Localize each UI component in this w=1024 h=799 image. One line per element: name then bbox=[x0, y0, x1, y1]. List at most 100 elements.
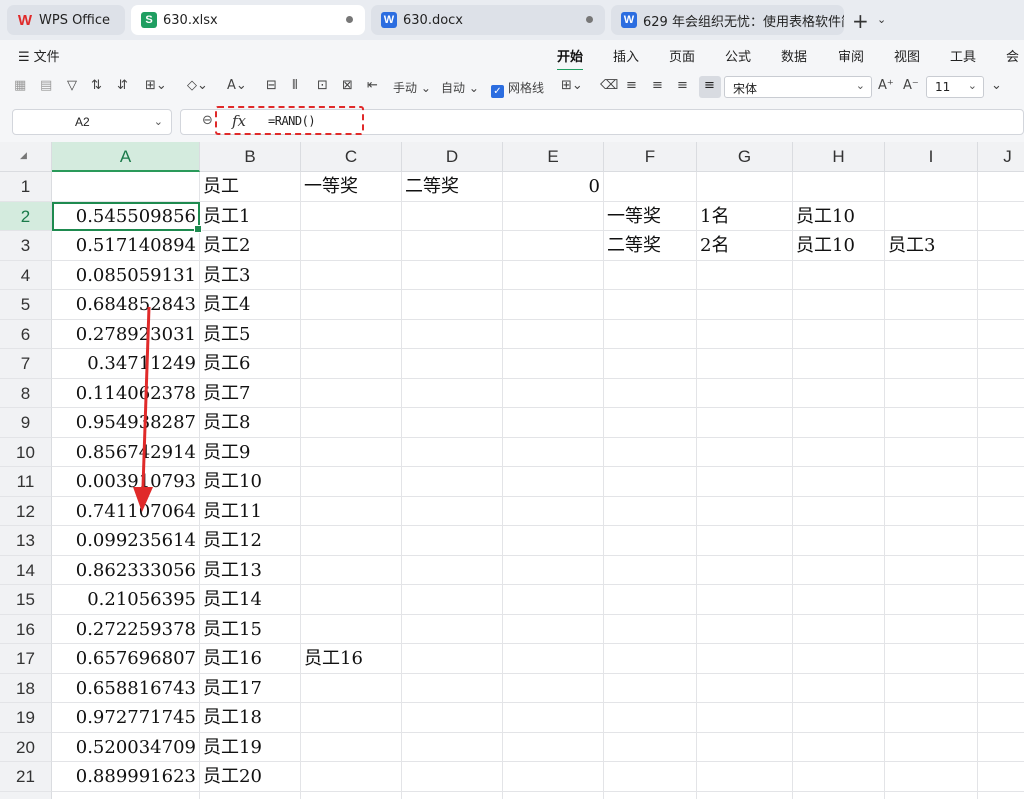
column-header-d[interactable]: D bbox=[402, 142, 503, 172]
cell-c11[interactable] bbox=[301, 467, 402, 497]
menu-home[interactable]: 开始 bbox=[557, 46, 584, 71]
row-header[interactable]: 10 bbox=[0, 437, 52, 467]
row-header[interactable]: 16 bbox=[0, 614, 52, 644]
menu-page[interactable]: 页面 bbox=[669, 46, 695, 65]
menu-formula[interactable]: 公式 bbox=[725, 46, 751, 65]
table-style-icon[interactable]: ⊞⌄ bbox=[561, 78, 583, 93]
cell-b22[interactable] bbox=[200, 791, 301, 799]
cell-i18[interactable] bbox=[885, 673, 978, 703]
select-all-corner[interactable]: ◢ bbox=[0, 142, 52, 172]
cell-i11[interactable] bbox=[885, 467, 978, 497]
cell-i17[interactable] bbox=[885, 644, 978, 674]
cell-e18[interactable] bbox=[503, 673, 604, 703]
cell-b7[interactable]: 员工6 bbox=[200, 349, 301, 379]
cell-c6[interactable] bbox=[301, 319, 402, 349]
cell-d14[interactable] bbox=[402, 555, 503, 585]
cell-b15[interactable]: 员工14 bbox=[200, 585, 301, 615]
cell-d20[interactable] bbox=[402, 732, 503, 762]
row-header[interactable]: 21 bbox=[0, 762, 52, 792]
cell-g5[interactable] bbox=[697, 290, 793, 320]
cell-h10[interactable] bbox=[793, 437, 885, 467]
name-box[interactable]: A2 ⌄ bbox=[12, 109, 172, 135]
cell-b4[interactable]: 员工3 bbox=[200, 260, 301, 290]
cell-a3[interactable]: 0.517140894 bbox=[52, 231, 200, 261]
cell-g1[interactable] bbox=[697, 172, 793, 202]
cell-i15[interactable] bbox=[885, 585, 978, 615]
cell-h7[interactable] bbox=[793, 349, 885, 379]
cell-a18[interactable]: 0.658816743 bbox=[52, 673, 200, 703]
cell-e8[interactable] bbox=[503, 378, 604, 408]
cell-h17[interactable] bbox=[793, 644, 885, 674]
merge-icon[interactable]: ⊟ bbox=[266, 78, 277, 93]
align-left-icon[interactable]: ≡ bbox=[626, 78, 637, 93]
cell-e14[interactable] bbox=[503, 555, 604, 585]
cell-e13[interactable] bbox=[503, 526, 604, 556]
cell-g6[interactable] bbox=[697, 319, 793, 349]
cell-c3[interactable] bbox=[301, 231, 402, 261]
cell-b18[interactable]: 员工17 bbox=[200, 673, 301, 703]
cell-c12[interactable] bbox=[301, 496, 402, 526]
cell-e17[interactable] bbox=[503, 644, 604, 674]
cell-a1[interactable] bbox=[52, 172, 200, 202]
cell-a9[interactable]: 0.954938287 bbox=[52, 408, 200, 438]
column-header-g[interactable]: G bbox=[697, 142, 793, 172]
cell-g3[interactable]: 2名 bbox=[697, 231, 793, 261]
cell-j11[interactable] bbox=[978, 467, 1024, 497]
cell-i6[interactable] bbox=[885, 319, 978, 349]
cell-d2[interactable] bbox=[402, 201, 503, 231]
menu-data[interactable]: 数据 bbox=[781, 46, 807, 65]
cell-j17[interactable] bbox=[978, 644, 1024, 674]
cell-g9[interactable] bbox=[697, 408, 793, 438]
toolbar-more-icon[interactable]: ⌄ bbox=[991, 78, 1002, 93]
gridlines-checkbox[interactable]: ✓ 网格线 bbox=[491, 79, 544, 98]
cell-f5[interactable] bbox=[604, 290, 697, 320]
cell-a13[interactable]: 0.099235614 bbox=[52, 526, 200, 556]
cell-f2[interactable]: 一等奖 bbox=[604, 201, 697, 231]
cell-d10[interactable] bbox=[402, 437, 503, 467]
cell-a21[interactable]: 0.889991623 bbox=[52, 762, 200, 792]
cell-e15[interactable] bbox=[503, 585, 604, 615]
spreadsheet-grid[interactable]: ◢ ABCDEFGHIJ 1 员工 一等奖 二等奖 0 2 0.545509856 员工1 一等… bbox=[0, 142, 1024, 799]
row-header[interactable]: 6 bbox=[0, 319, 52, 349]
fit-icon[interactable]: ⊠ bbox=[342, 78, 353, 93]
cell-i2[interactable] bbox=[885, 201, 978, 231]
row-header[interactable]: 19 bbox=[0, 703, 52, 733]
cell-c5[interactable] bbox=[301, 290, 402, 320]
wrap-manual-button[interactable]: 手动 ⌄ bbox=[393, 79, 431, 96]
cell-g18[interactable] bbox=[697, 673, 793, 703]
cell-c8[interactable] bbox=[301, 378, 402, 408]
cell-e12[interactable] bbox=[503, 496, 604, 526]
cell-j3[interactable] bbox=[978, 231, 1024, 261]
cell-c16[interactable] bbox=[301, 614, 402, 644]
cell-i16[interactable] bbox=[885, 614, 978, 644]
cell-c1[interactable]: 一等奖 bbox=[301, 172, 402, 202]
cell-c14[interactable] bbox=[301, 555, 402, 585]
cell-a14[interactable]: 0.862333056 bbox=[52, 555, 200, 585]
cell-e4[interactable] bbox=[503, 260, 604, 290]
font-family-select[interactable]: 宋体 ⌄ bbox=[724, 76, 872, 98]
cell-c15[interactable] bbox=[301, 585, 402, 615]
cell-j8[interactable] bbox=[978, 379, 1024, 408]
cell-b1[interactable]: 员工 bbox=[200, 172, 301, 202]
cell-d21[interactable] bbox=[402, 762, 503, 792]
cell-h9[interactable] bbox=[793, 408, 885, 438]
cell-f13[interactable] bbox=[604, 526, 697, 556]
row-header[interactable]: 12 bbox=[0, 496, 52, 526]
column-header-e[interactable]: E bbox=[503, 142, 604, 172]
unsaved-dot-icon[interactable] bbox=[586, 16, 593, 23]
cell-i20[interactable] bbox=[885, 732, 978, 762]
row-header[interactable]: 20 bbox=[0, 732, 52, 762]
cell-e1[interactable]: 0 bbox=[503, 172, 604, 202]
cell-d8[interactable] bbox=[402, 378, 503, 408]
row-header[interactable]: 15 bbox=[0, 585, 52, 615]
cell-d16[interactable] bbox=[402, 614, 503, 644]
cell-g22[interactable] bbox=[697, 791, 793, 799]
cell-f20[interactable] bbox=[604, 732, 697, 762]
row-header[interactable]: 5 bbox=[0, 290, 52, 320]
cell-j6[interactable] bbox=[978, 320, 1024, 349]
cell-h18[interactable] bbox=[793, 673, 885, 703]
cell-b17[interactable]: 员工16 bbox=[200, 644, 301, 674]
cell-a16[interactable]: 0.272259378 bbox=[52, 614, 200, 644]
cell-i21[interactable] bbox=[885, 762, 978, 792]
row-header[interactable]: 22 bbox=[0, 791, 52, 799]
